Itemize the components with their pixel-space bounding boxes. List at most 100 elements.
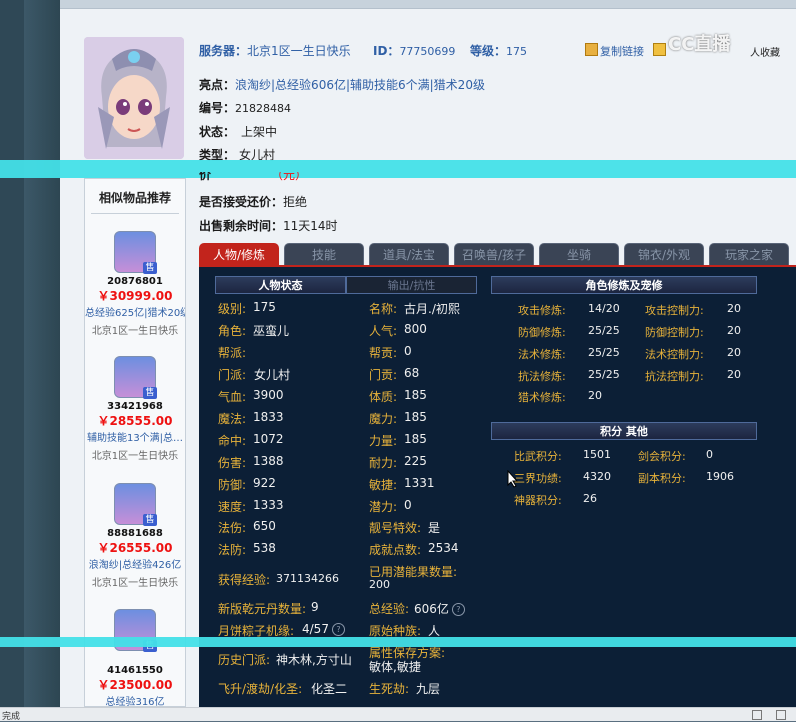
points-header: 积分 其他: [491, 422, 757, 440]
copy-link[interactable]: 复制链接: [600, 43, 644, 59]
remain-label: 出售剩余时间：: [199, 219, 284, 233]
tab-mount[interactable]: 坐骑: [539, 243, 619, 265]
favorite-icon[interactable]: [653, 43, 666, 56]
points-label: 副本积分:: [638, 472, 686, 485]
zongzi-value: 4/57?: [302, 622, 345, 636]
stat-label: 法防:: [218, 543, 247, 557]
recommend-item-id: 20876801: [107, 276, 163, 287]
cultivation-value: 14/20: [588, 302, 620, 315]
bargain-label: 是否接受还价：: [199, 195, 284, 209]
help-icon[interactable]: ?: [331, 623, 345, 636]
stat-label: 敏捷:: [369, 478, 398, 492]
qianyuan-value: 9: [311, 600, 319, 614]
points-label: 剑会积分:: [638, 450, 686, 463]
recommend-item-price: ￥28555.00: [97, 414, 173, 428]
help-icon[interactable]: ?: [451, 603, 465, 616]
id-label: ID：: [373, 44, 400, 58]
stat-label: 名称:: [369, 302, 398, 316]
stat-label: 防御:: [218, 478, 247, 492]
shengsi-value: 九层: [416, 682, 441, 696]
stat-value: 185: [404, 410, 427, 424]
stat-value: 是: [428, 521, 441, 535]
recommend-item-server: 北京1区一生日快乐: [91, 578, 179, 589]
tab-character[interactable]: 人物/修炼: [199, 243, 279, 265]
recommend-item-image[interactable]: 售: [114, 231, 157, 274]
cultivation-label: 法术修炼:: [518, 348, 566, 361]
points-label: 三界功绩:: [514, 472, 562, 485]
stat-value: 1072: [253, 432, 284, 446]
points-value: 0: [706, 448, 713, 461]
cultivation-label: 法术控制力:: [645, 348, 704, 361]
bargain-value: 拒绝: [283, 195, 308, 209]
tab-output[interactable]: 输出/抗性: [346, 276, 477, 294]
status-icon[interactable]: [776, 710, 786, 720]
recommend-item-desc[interactable]: 浪淘纱|总经验426亿: [85, 556, 185, 571]
stat-label: 角色:: [218, 324, 247, 338]
top-border: [60, 0, 796, 9]
cultivation-value: 20: [727, 368, 741, 381]
stat-value: 185: [404, 432, 427, 446]
points-label: 比武积分:: [514, 450, 562, 463]
stat-label: 耐力:: [369, 456, 398, 470]
stat-value: 3900: [253, 388, 284, 402]
recommend-item[interactable]: 售 41461550 ￥23500.00 总经验316亿: [85, 609, 185, 708]
recommend-item-image[interactable]: 售: [114, 483, 157, 526]
tab-items[interactable]: 道具/法宝: [369, 243, 449, 265]
recommend-item-price: ￥23500.00: [97, 678, 173, 692]
cultivation-label: 猎术修炼:: [518, 391, 566, 404]
status-label: 状态：: [199, 125, 236, 139]
stat-value: 800: [404, 322, 427, 336]
recommend-item[interactable]: 售 20876801 ￥30999.00 总经验625亿|猎术20级 北京1区一…: [85, 231, 185, 337]
recommend-item-desc[interactable]: 总经验316亿: [85, 693, 185, 708]
stat-label: 靓号特效:: [369, 521, 422, 535]
stat-value: 185: [404, 388, 427, 402]
status-value: 上架中: [241, 125, 278, 139]
recommend-item-server: 北京1区一生日快乐: [91, 451, 179, 462]
sell-badge: 售: [143, 387, 157, 399]
tab-appearance[interactable]: 锦衣/外观: [624, 243, 704, 265]
recommend-item-id: 88881688: [107, 528, 163, 539]
points-label: 神器积分:: [514, 494, 562, 507]
stat-label: 力量:: [369, 434, 398, 448]
recommend-item-desc[interactable]: 总经验625亿|猎术20级: [85, 304, 185, 319]
stat-value: 68: [404, 366, 420, 380]
recommend-item-id: 41461550: [107, 665, 163, 676]
stat-label: 法伤:: [218, 521, 247, 535]
recommend-item[interactable]: 售 88881688 ￥26555.00 浪淘纱|总经验426亿 北京1区一生日…: [85, 483, 185, 589]
tab-skills[interactable]: 技能: [284, 243, 364, 265]
copy-icon: [585, 43, 598, 56]
level-label: 等级：: [470, 44, 507, 58]
stat-value: 女儿村: [254, 368, 291, 382]
status-text: 完成: [2, 712, 21, 722]
stat-label: 潜力:: [369, 500, 398, 514]
status-row: 状态： 上架中: [199, 123, 277, 140]
recommend-item-desc[interactable]: 辅助技能13个满|总…: [85, 429, 185, 444]
character-avatar: [84, 37, 184, 159]
tab-home[interactable]: 玩家之家: [709, 243, 789, 265]
stat-value: 古月./初熙: [404, 302, 460, 316]
recommend-panel: 相似物品推荐 售 20876801 ￥30999.00 总经验625亿|猎术20…: [84, 178, 186, 708]
level-info: 等级：175: [470, 42, 527, 59]
price-row: 价 （元）: [199, 172, 307, 182]
stat-label: 气血:: [218, 390, 247, 404]
zoom-icon[interactable]: [752, 710, 762, 720]
stat-value: 1331: [404, 476, 435, 490]
history-label: 历史门派:: [218, 653, 271, 667]
tab-summon[interactable]: 召唤兽/孩子: [454, 243, 534, 265]
highlight-label: 亮点：: [199, 78, 236, 92]
stat-value: 538: [253, 541, 276, 555]
cultivation-value: 25/25: [588, 346, 620, 359]
stat-label: 体质:: [369, 390, 398, 404]
recommend-item-image[interactable]: 售: [114, 356, 157, 399]
tab-status[interactable]: 人物状态: [215, 276, 346, 294]
attr-value: 敏体,敏捷: [369, 660, 421, 674]
stat-value: 0: [404, 344, 412, 358]
recommend-item-price: ￥30999.00: [97, 289, 173, 303]
cultivation-value: 20: [727, 302, 741, 315]
stat-label: 帮派:: [218, 346, 247, 360]
stat-value: 922: [253, 476, 276, 490]
id-value: 77750699: [399, 45, 456, 58]
stat-label: 成就点数:: [369, 543, 422, 557]
stat-label: 魔力:: [369, 412, 398, 426]
recommend-item[interactable]: 售 33421968 ￥28555.00 辅助技能13个满|总… 北京1区一生日…: [85, 356, 185, 462]
